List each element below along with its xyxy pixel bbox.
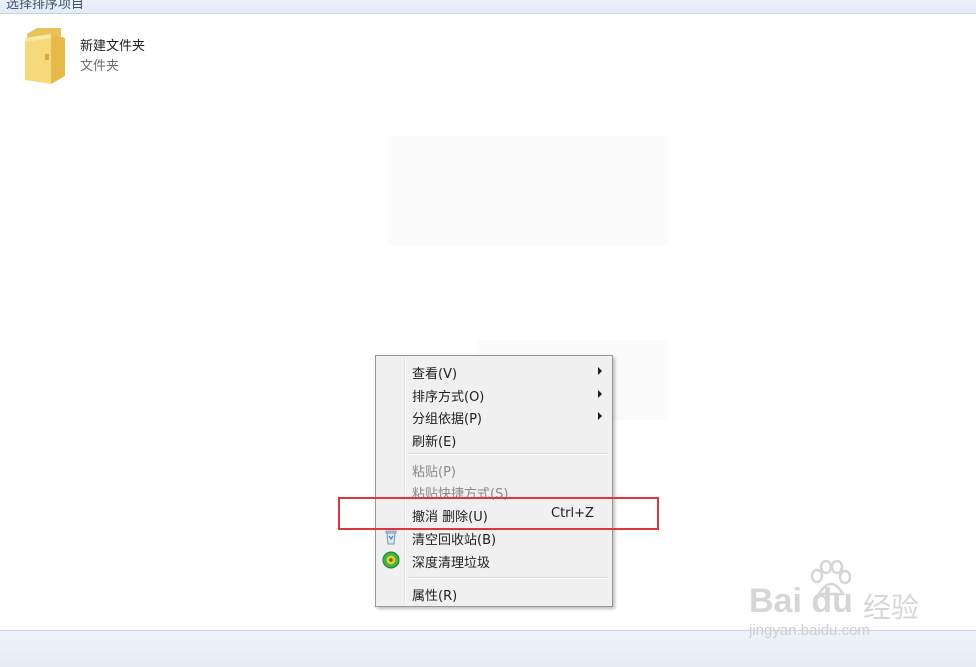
menu-separator: [408, 577, 608, 579]
submenu-arrow-icon: [598, 367, 602, 375]
menu-item-label: 属性(R): [412, 589, 458, 604]
menu-item-properties[interactable]: 属性(R): [378, 582, 610, 604]
menu-item-label: 刷新(E): [412, 435, 457, 450]
highlight-annotation-box: [338, 497, 659, 530]
folder-item[interactable]: 新建文件夹 文件夹: [17, 22, 177, 88]
menu-item-refresh[interactable]: 刷新(E): [378, 428, 610, 450]
menu-item-label: 排序方式(O): [412, 390, 485, 405]
menu-separator: [408, 453, 608, 455]
baidu-jingyan-watermark: Bai du 经验 jingyan.baidu.com: [745, 560, 935, 640]
folder-type: 文件夹: [80, 59, 120, 74]
deep-clean-icon: [382, 551, 400, 569]
menu-item-label: 深度清理垃圾: [412, 556, 491, 571]
menu-item-view[interactable]: 查看(V): [378, 360, 610, 382]
watermark-logo-text: Bai du: [749, 582, 853, 620]
menu-item-sort-by[interactable]: 排序方式(O): [378, 383, 610, 405]
menu-item-label: 查看(V): [412, 367, 458, 382]
folder-icon: [25, 28, 65, 84]
menu-item-label: 粘贴(P): [412, 465, 456, 480]
top-bar: 选择排序项目: [0, 0, 976, 14]
folder-name: 新建文件夹: [80, 39, 146, 54]
recycle-bin-icon: [385, 530, 397, 545]
submenu-arrow-icon: [598, 412, 602, 420]
menu-item-group-by[interactable]: 分组依据(P): [378, 405, 610, 427]
top-bar-text: 选择排序项目: [6, 0, 85, 12]
watermark-logo-cn: 经验: [863, 591, 920, 624]
context-menu: 查看(V) 排序方式(O) 分组依据(P) 刷新(E) 粘贴(P) 粘贴快捷方式…: [375, 355, 613, 607]
menu-item-paste[interactable]: 粘贴(P): [378, 458, 610, 480]
watermark-url: jingyan.baidu.com: [749, 622, 870, 639]
faded-background-shape: [388, 136, 668, 246]
menu-item-label: 分组依据(P): [412, 412, 482, 427]
menu-item-deep-clean[interactable]: 深度清理垃圾: [378, 549, 610, 571]
submenu-arrow-icon: [598, 390, 602, 398]
menu-item-label: 清空回收站(B): [412, 533, 497, 548]
